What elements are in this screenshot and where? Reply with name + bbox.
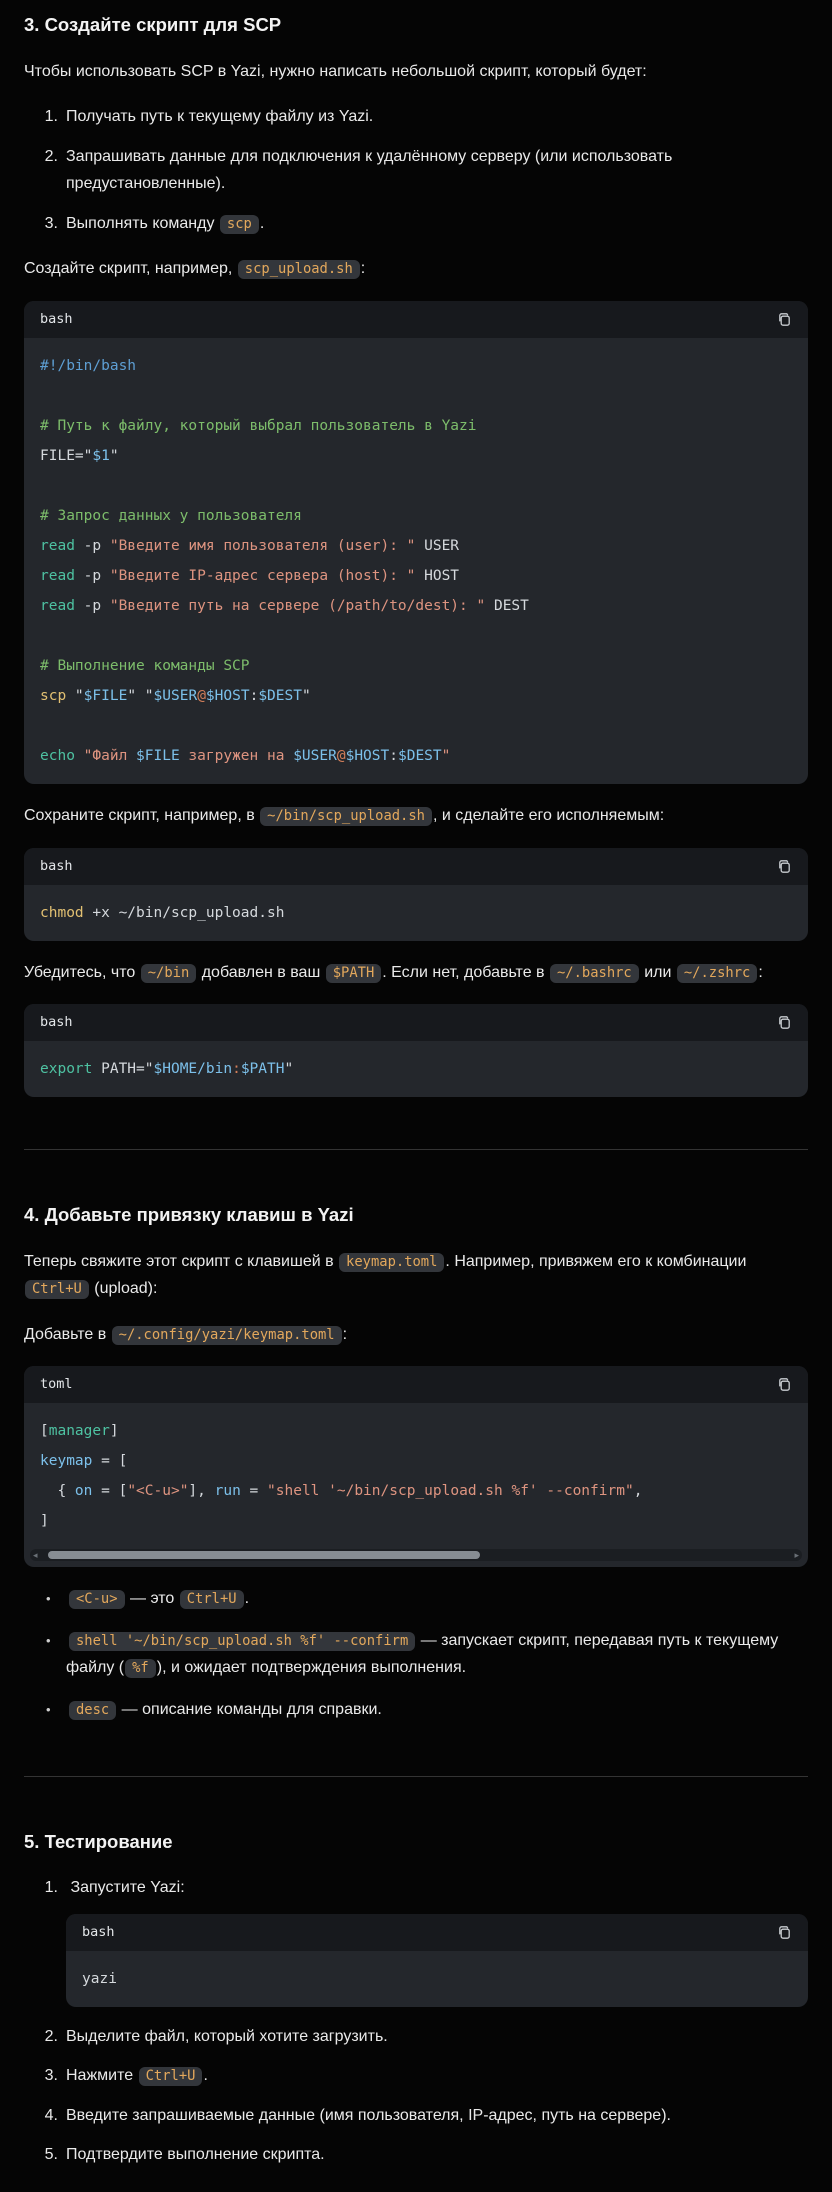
code-line (40, 711, 792, 741)
paragraph-intro: Чтобы использовать SCP в Yazi, нужно нап… (24, 58, 808, 86)
inline-code: ~/bin (141, 964, 197, 983)
copy-icon (777, 1925, 792, 1940)
scrollbar-thumb[interactable] (48, 1551, 480, 1559)
section-divider (24, 1149, 808, 1150)
code-block-scp-script: bash #!/bin/bash # Путь к файлу, который … (24, 301, 808, 784)
inline-code: %f (125, 1659, 156, 1678)
code-line: [manager] (40, 1416, 792, 1446)
inline-code: scp_upload.sh (238, 260, 360, 279)
code-block-header: bash (24, 848, 808, 885)
code-line: scp "$FILE" "$USER@$HOST:$DEST" (40, 681, 792, 711)
code-block-header: bash (66, 1914, 808, 1951)
code-content: chmod +x ~/bin/scp_upload.sh (24, 885, 808, 941)
inline-code: ~/.bashrc (550, 964, 639, 983)
list-item: Запрашивать данные для подключения к уда… (40, 143, 808, 198)
inline-code: Ctrl+U (180, 1590, 244, 1609)
code-line: yazi (82, 1964, 792, 1994)
inline-code: shell '~/bin/scp_upload.sh %f' --confirm (69, 1632, 415, 1651)
section-divider (24, 1776, 808, 1777)
list-item-text: Запустите Yazi: (70, 1879, 184, 1896)
inline-code: keymap.toml (339, 1253, 444, 1272)
section-heading-5: 5. Тестирование (24, 1829, 808, 1855)
code-line: chmod +x ~/bin/scp_upload.sh (40, 898, 792, 928)
list-item: Выполнять команду scp. (40, 210, 808, 238)
section-heading-4: 4. Добавьте привязку клавиш в Yazi (24, 1202, 808, 1228)
code-content: yazi (66, 1951, 808, 2007)
bullet-list-keymap-notes: <C-u> — это Ctrl+U. shell '~/bin/scp_upl… (24, 1585, 808, 1723)
copy-icon (777, 1377, 792, 1392)
code-language-label: bash (82, 1921, 115, 1944)
list-item: desc — описание команды для справки. (44, 1696, 808, 1724)
code-block-chmod: bash chmod +x ~/bin/scp_upload.sh (24, 848, 808, 941)
paragraph-outro: Если всё настроено правильно, файл будет… (24, 2187, 808, 2192)
list-item: Запустите Yazi: bash yazi (40, 1874, 808, 2007)
ordered-list-script-goals: Получать путь к текущему файлу из Yazi. … (24, 103, 808, 237)
copy-icon (777, 312, 792, 327)
inline-code: ~/bin/scp_upload.sh (260, 807, 432, 826)
list-item: Нажмите Ctrl+U. (40, 2062, 808, 2090)
code-line: keymap = [ (40, 1446, 792, 1476)
inline-code: desc (69, 1701, 116, 1720)
code-line: read -p "Введите IP-адрес сервера (host)… (40, 561, 792, 591)
list-item: shell '~/bin/scp_upload.sh %f' --confirm… (44, 1627, 808, 1682)
inline-code: scp (220, 215, 259, 234)
paragraph-create-script: Создайте скрипт, например, scp_upload.sh… (24, 255, 808, 283)
code-language-label: bash (40, 855, 73, 878)
scroll-right-arrow-icon[interactable]: ▸ (794, 1549, 799, 1561)
code-language-label: bash (40, 1011, 73, 1034)
paragraph-path-check: Убедитесь, что ~/bin добавлен в ваш $PAT… (24, 959, 808, 987)
code-content: #!/bin/bash # Путь к файлу, который выбра… (24, 338, 808, 784)
section-heading-3: 3. Создайте скрипт для SCP (24, 12, 808, 38)
code-language-label: bash (40, 308, 73, 331)
copy-code-button[interactable] (777, 1015, 792, 1030)
chat-answer-page: 3. Создайте скрипт для SCP Чтобы использ… (0, 0, 832, 2192)
inline-code: ~/.zshrc (677, 964, 757, 983)
inline-code: Ctrl+U (139, 2067, 203, 2086)
horizontal-scrollbar[interactable]: ◂ ▸ (30, 1549, 802, 1561)
code-line: read -p "Введите путь на сервере (/path/… (40, 591, 792, 621)
copy-code-button[interactable] (777, 312, 792, 327)
code-block-export-path: bash export PATH="$HOME/bin:$PATH" (24, 1004, 808, 1097)
code-line: ] (40, 1506, 792, 1536)
list-item: Введите запрашиваемые данные (имя пользо… (40, 2102, 808, 2130)
list-item: Выделите файл, который хотите загрузить. (40, 2023, 808, 2051)
paragraph-save-script: Сохраните скрипт, например, в ~/bin/scp_… (24, 802, 808, 830)
paragraph-add-to-config: Добавьте в ~/.config/yazi/keymap.toml: (24, 1321, 808, 1349)
code-line (40, 621, 792, 651)
ordered-list-testing: Запустите Yazi: bash yazi Выделите файл,… (24, 1874, 808, 2169)
code-block-keymap-toml: toml [manager]keymap = [ { on = ["<C-u>"… (24, 1366, 808, 1567)
paragraph-keymap-intro: Теперь свяжите этот скрипт с клавишей в … (24, 1248, 808, 1303)
list-item: <C-u> — это Ctrl+U. (44, 1585, 808, 1613)
code-line: echo "Файл $FILE загружен на $USER@$HOST… (40, 741, 792, 771)
inline-code: <C-u> (69, 1590, 125, 1609)
copy-code-button[interactable] (777, 1377, 792, 1392)
code-block-header: bash (24, 301, 808, 338)
code-line: read -p "Введите имя пользователя (user)… (40, 531, 792, 561)
code-line: #!/bin/bash (40, 351, 792, 381)
code-line: FILE="$1" (40, 441, 792, 471)
inline-code: ~/.config/yazi/keymap.toml (112, 1326, 342, 1345)
code-block-header: bash (24, 1004, 808, 1041)
code-line: # Запрос данных у пользователя (40, 501, 792, 531)
copy-icon (777, 859, 792, 874)
inline-code: Ctrl+U (25, 1280, 89, 1299)
scroll-left-arrow-icon[interactable]: ◂ (33, 1549, 38, 1561)
code-line: # Путь к файлу, который выбрал пользоват… (40, 411, 792, 441)
code-content: [manager]keymap = [ { on = ["<C-u>"], ru… (24, 1403, 808, 1549)
code-block-header: toml (24, 1366, 808, 1403)
code-block-yazi: bash yazi (66, 1914, 808, 2007)
list-item: Подтвердите выполнение скрипта. (40, 2141, 808, 2169)
code-line: # Выполнение команды SCP (40, 651, 792, 681)
copy-code-button[interactable] (777, 859, 792, 874)
code-language-label: toml (40, 1373, 73, 1396)
copy-icon (777, 1015, 792, 1030)
inline-code: $PATH (326, 964, 382, 983)
code-content: export PATH="$HOME/bin:$PATH" (24, 1041, 808, 1097)
code-line: { on = ["<C-u>"], run = "shell '~/bin/sc… (40, 1476, 792, 1506)
code-line (40, 471, 792, 501)
list-item: Получать путь к текущему файлу из Yazi. (40, 103, 808, 131)
copy-code-button[interactable] (777, 1925, 792, 1940)
code-line: export PATH="$HOME/bin:$PATH" (40, 1054, 792, 1084)
code-line (40, 381, 792, 411)
